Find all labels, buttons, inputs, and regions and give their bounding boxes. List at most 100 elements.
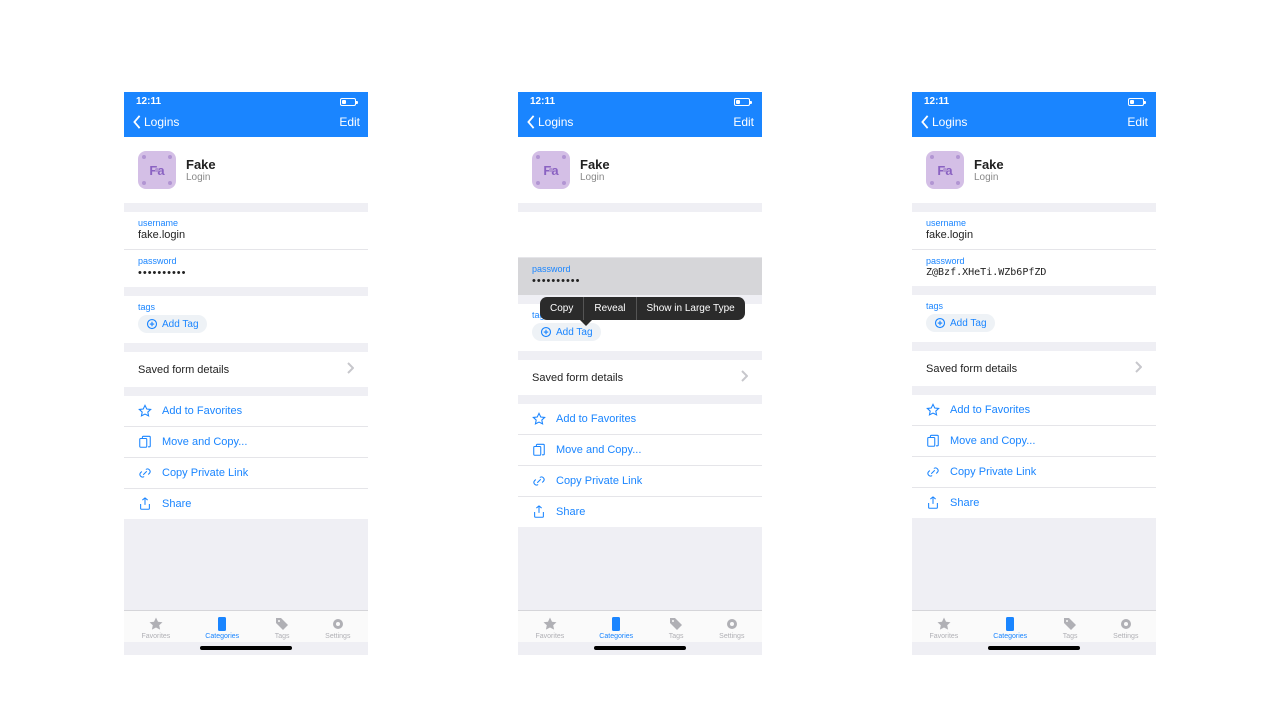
tab-settings-label: Settings: [1113, 633, 1138, 640]
tab-settings[interactable]: Settings: [1113, 616, 1138, 640]
popover-large-type[interactable]: Show in Large Type: [637, 297, 745, 320]
tab-tags[interactable]: Tags: [668, 616, 684, 640]
item-subtitle: Login: [580, 172, 610, 183]
chevron-right-icon: [740, 370, 748, 385]
statusbar: 12:11: [124, 92, 368, 109]
edit-button[interactable]: Edit: [1127, 115, 1148, 129]
username-field[interactable]: username fake.login: [912, 212, 1156, 250]
app-initials: Fa: [937, 163, 952, 178]
move-copy-button[interactable]: Move and Copy...: [912, 426, 1156, 457]
back-label: Logins: [144, 115, 179, 129]
add-favorites-label: Add to Favorites: [950, 404, 1030, 416]
share-button[interactable]: Share: [912, 488, 1156, 518]
popover-copy[interactable]: Copy: [540, 297, 584, 320]
share-button[interactable]: Share: [124, 489, 368, 519]
status-time: 12:11: [530, 96, 555, 107]
password-label: password: [138, 256, 354, 266]
add-tag-button[interactable]: Add Tag: [138, 315, 207, 333]
username-field[interactable]: username fake.login: [124, 212, 368, 250]
battery-icon: [1128, 98, 1144, 106]
tab-settings[interactable]: Settings: [325, 616, 350, 640]
saved-form-label: Saved form details: [926, 363, 1017, 375]
item-subtitle: Login: [186, 172, 216, 183]
back-button[interactable]: Logins: [132, 115, 179, 129]
back-button[interactable]: Logins: [920, 115, 967, 129]
username-label: username: [926, 218, 1142, 228]
password-field[interactable]: password Z@Bzf.XHeTi.WZb6PfZD: [912, 250, 1156, 286]
move-copy-button[interactable]: Move and Copy...: [518, 435, 762, 466]
statusbar: 12:11: [912, 92, 1156, 109]
move-copy-button[interactable]: Move and Copy...: [124, 427, 368, 458]
home-indicator[interactable]: [988, 646, 1080, 650]
battery-icon: [734, 98, 750, 106]
saved-form-row[interactable]: Saved form details: [912, 351, 1156, 386]
tab-categories-label: Categories: [993, 633, 1027, 640]
add-favorites-button[interactable]: Add to Favorites: [518, 404, 762, 435]
hero: Fa Fake Login: [124, 137, 368, 203]
private-link-button[interactable]: Copy Private Link: [124, 458, 368, 489]
tab-categories[interactable]: Categories: [205, 616, 239, 640]
password-value-masked: ••••••••••: [138, 267, 354, 279]
tags-label: tags: [926, 301, 1142, 311]
saved-form-row[interactable]: Saved form details: [124, 352, 368, 387]
hero: Fa Fake Login: [518, 137, 762, 203]
password-value-masked: ••••••••••: [532, 275, 748, 287]
password-field[interactable]: password ••••••••••: [518, 258, 762, 295]
star-icon: [936, 616, 952, 632]
tab-favorites-label: Favorites: [930, 633, 959, 640]
statusbar: 12:11: [518, 92, 762, 109]
share-button[interactable]: Share: [518, 497, 762, 527]
content: Fa Fake Login username fake.login passwo…: [912, 137, 1156, 610]
popover-reveal[interactable]: Reveal: [584, 297, 636, 320]
share-label: Share: [950, 497, 979, 509]
tab-settings-label: Settings: [719, 633, 744, 640]
tag-icon: [274, 616, 290, 632]
share-icon: [926, 496, 940, 510]
battery-icon: [340, 98, 356, 106]
star-icon: [926, 403, 940, 417]
username-field[interactable]: [518, 212, 762, 258]
tab-favorites[interactable]: Favorites: [142, 616, 171, 640]
link-icon: [138, 466, 152, 480]
tab-favorites[interactable]: Favorites: [930, 616, 959, 640]
home-indicator[interactable]: [200, 646, 292, 650]
gear-icon: [724, 616, 740, 632]
item-title: Fake: [580, 157, 610, 172]
tab-favorites-label: Favorites: [536, 633, 565, 640]
navbar: Logins Edit: [124, 109, 368, 137]
categories-icon: [214, 616, 230, 632]
tab-settings[interactable]: Settings: [719, 616, 744, 640]
tab-favorites[interactable]: Favorites: [536, 616, 565, 640]
navbar: Logins Edit: [912, 109, 1156, 137]
tab-favorites-label: Favorites: [142, 633, 171, 640]
password-field[interactable]: password ••••••••••: [124, 250, 368, 287]
private-link-label: Copy Private Link: [556, 475, 642, 487]
app-icon: Fa: [138, 151, 176, 189]
tags-field: tags Add Tag: [912, 295, 1156, 342]
edit-button[interactable]: Edit: [733, 115, 754, 129]
item-title: Fake: [186, 157, 216, 172]
private-link-button[interactable]: Copy Private Link: [518, 466, 762, 497]
back-label: Logins: [538, 115, 573, 129]
tab-tags[interactable]: Tags: [1062, 616, 1078, 640]
tag-icon: [668, 616, 684, 632]
add-tag-button[interactable]: Add Tag: [926, 314, 995, 332]
password-label: password: [532, 264, 748, 274]
tab-categories[interactable]: Categories: [599, 616, 633, 640]
saved-form-row[interactable]: Saved form details: [518, 360, 762, 395]
add-favorites-label: Add to Favorites: [556, 413, 636, 425]
move-copy-label: Move and Copy...: [950, 435, 1035, 447]
add-favorites-button[interactable]: Add to Favorites: [912, 395, 1156, 426]
app-icon: Fa: [926, 151, 964, 189]
edit-button[interactable]: Edit: [339, 115, 360, 129]
back-button[interactable]: Logins: [526, 115, 573, 129]
tab-tags-label: Tags: [1063, 633, 1078, 640]
add-favorites-button[interactable]: Add to Favorites: [124, 396, 368, 427]
tab-tags[interactable]: Tags: [274, 616, 290, 640]
tab-categories[interactable]: Categories: [993, 616, 1027, 640]
link-icon: [926, 465, 940, 479]
app-icon: Fa: [532, 151, 570, 189]
home-indicator[interactable]: [594, 646, 686, 650]
star-icon: [138, 404, 152, 418]
private-link-button[interactable]: Copy Private Link: [912, 457, 1156, 488]
